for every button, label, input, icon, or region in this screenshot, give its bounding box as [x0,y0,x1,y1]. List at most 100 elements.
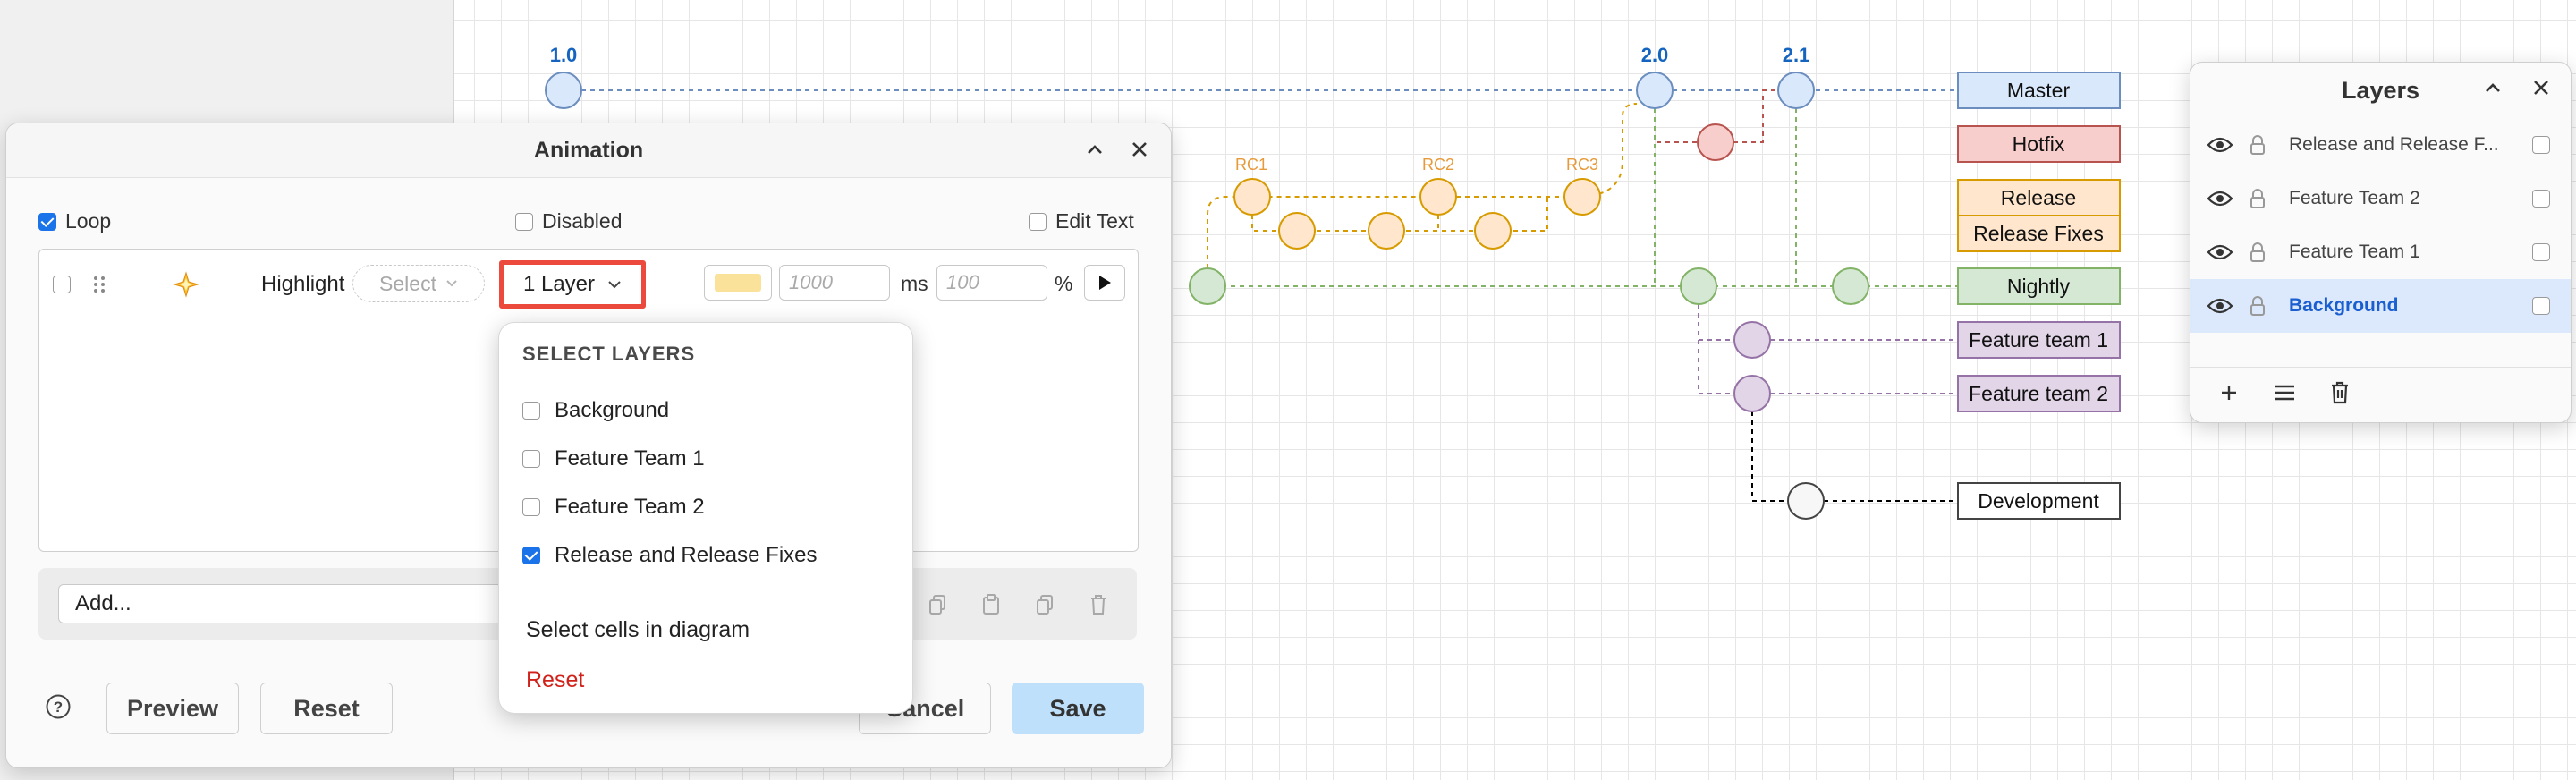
drag-handle-icon[interactable] [89,272,110,297]
animation-dialog-header[interactable]: Animation [6,123,1171,178]
opacity-unit: % [1055,272,1073,295]
rc-label: RC3 [1566,156,1598,174]
lock-icon[interactable] [2246,293,2269,318]
duration-unit: ms [901,272,928,295]
edit-text-label: Edit Text [1055,209,1134,233]
layer-row[interactable]: Feature Team 1 [2190,225,2571,279]
rc-label: RC1 [1235,156,1267,174]
highlight-color-swatch[interactable] [704,265,772,301]
menu-icon[interactable] [2269,377,2300,408]
layer-row[interactable]: Release and Release F... [2190,118,2571,172]
disabled-checkbox[interactable] [515,212,533,231]
step-checkbox[interactable] [53,276,71,293]
layer-option-checkbox[interactable] [522,402,540,420]
layer-name: Feature Team 1 [2289,242,2420,262]
branch-label: Release [2001,186,2076,209]
layer-option-background[interactable]: Background [522,393,669,428]
trash-icon[interactable] [2325,377,2355,408]
close-icon[interactable] [1126,136,1153,163]
lock-icon[interactable] [2246,132,2269,157]
target-select[interactable]: Select [352,265,485,302]
select-layers-heading: SELECT LAYERS [522,343,696,365]
layers-panel-title: Layers [2341,77,2420,104]
layer-row-selected[interactable]: Background [2190,279,2571,333]
commit-node-release[interactable] [1563,178,1601,216]
opacity-input[interactable]: 100 [936,265,1047,301]
layer-select-checkbox[interactable] [2532,243,2550,261]
eye-icon[interactable] [2205,186,2235,211]
collapse-icon[interactable] [2479,73,2507,102]
layer-select-checkbox[interactable] [2532,190,2550,208]
branch-label: Nightly [2007,275,2071,298]
layer-select-checkbox[interactable] [2532,136,2550,154]
animation-dialog-title: Animation [533,138,644,163]
commit-node-nightly[interactable] [1189,267,1226,305]
commit-node-release[interactable] [1233,178,1271,216]
sparkle-icon [172,270,200,299]
preview-button[interactable]: Preview [106,682,239,734]
layers-panel-divider [2190,367,2571,368]
duration-input[interactable]: 1000 [779,265,890,301]
reset-button[interactable]: Reset [260,682,393,734]
eye-icon[interactable] [2205,240,2235,265]
commit-node-master[interactable] [1777,72,1815,109]
branch-label: Hotfix [2012,132,2065,156]
collapse-icon[interactable] [1081,136,1108,163]
commit-node-master[interactable] [545,72,582,109]
layer-row[interactable]: Feature Team 2 [2190,172,2571,225]
layer-select-checkbox[interactable] [2532,297,2550,315]
loop-checkbox[interactable] [38,212,56,231]
commit-node-feature[interactable] [1733,321,1771,359]
edit-text-option[interactable]: Edit Text [1029,209,1134,233]
commit-node-feature[interactable] [1733,375,1771,412]
commit-node-release-fix[interactable] [1368,212,1405,250]
color-preview [715,274,761,292]
reset-layers-option[interactable]: Reset [526,667,584,693]
lock-icon[interactable] [2246,240,2269,265]
add-step-input[interactable]: Add... [58,584,559,623]
disabled-option[interactable]: Disabled [515,209,623,233]
commit-node-hotfix[interactable] [1697,123,1734,161]
close-icon[interactable] [2527,73,2555,102]
eye-icon[interactable] [2205,132,2235,157]
target-select-label: Select [379,271,436,295]
add-layer-icon[interactable] [2214,377,2244,408]
loop-option[interactable]: Loop [38,209,111,233]
select-cells-option[interactable]: Select cells in diagram [526,617,750,643]
commit-node-release[interactable] [1419,178,1457,216]
paste-icon[interactable] [978,591,1004,618]
layer-option-checkbox[interactable] [522,498,540,516]
layer-option-release[interactable]: Release and Release Fixes [522,538,818,573]
commit-node-development[interactable] [1787,482,1825,520]
lock-icon[interactable] [2246,186,2269,211]
loop-label: Loop [65,209,112,233]
branch-label: Feature team 2 [1969,382,2108,405]
layer-option-checkbox[interactable] [522,450,540,468]
layer-option-feature-team-2[interactable]: Feature Team 2 [522,489,705,525]
commit-node-release-fix[interactable] [1278,212,1316,250]
commit-node-nightly[interactable] [1680,267,1717,305]
duplicate-icon[interactable] [1031,591,1058,618]
help-icon[interactable]: ? [44,692,72,721]
save-button[interactable]: Save [1012,682,1144,734]
layer-option-checkbox[interactable] [522,547,540,564]
delete-icon[interactable] [1085,591,1112,618]
eye-icon[interactable] [2205,293,2235,318]
layer-name: Release and Release F... [2289,134,2499,155]
disabled-label: Disabled [542,209,623,233]
development-branch-line [1751,394,1957,502]
layer-select-button[interactable]: 1 Layer [499,260,646,309]
commit-node-nightly[interactable] [1832,267,1869,305]
commit-node-master[interactable] [1636,72,1674,109]
layer-option-feature-team-1[interactable]: Feature Team 1 [522,441,705,477]
commit-node-release-fix[interactable] [1474,212,1512,250]
rc-label: RC2 [1422,156,1454,174]
copy-icon[interactable] [924,591,951,618]
play-step-button[interactable] [1084,265,1125,301]
svg-text:?: ? [54,699,63,716]
layer-option-label: Background [555,398,670,422]
edit-text-checkbox[interactable] [1029,212,1046,231]
nightly-from-master [1654,90,1797,286]
layer-name: Background [2289,295,2399,316]
step-row[interactable] [53,276,71,293]
